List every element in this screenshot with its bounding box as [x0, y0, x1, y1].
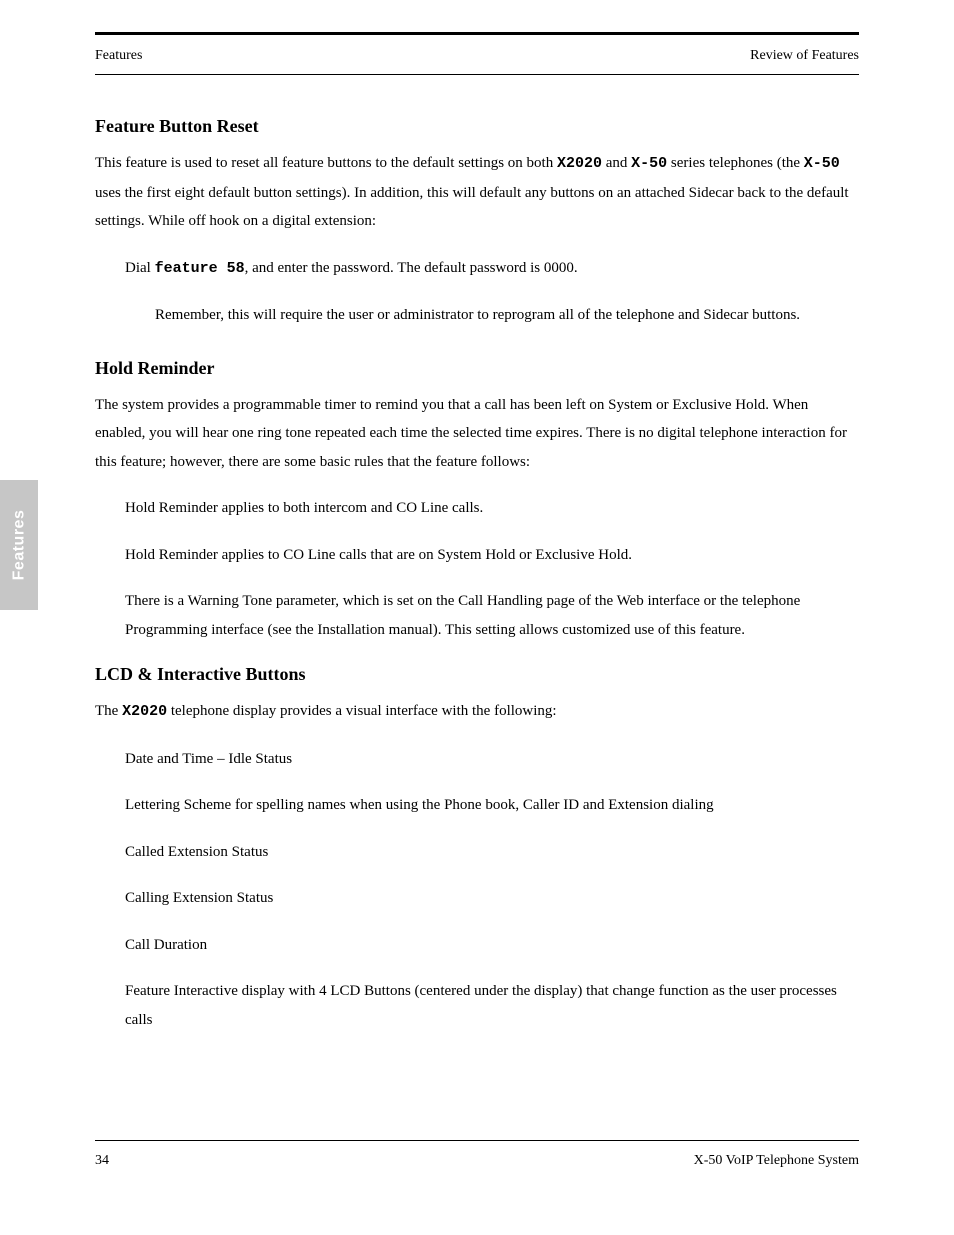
fbr-paragraph-1: This feature is used to reset all featur…	[95, 149, 859, 236]
text: Dial	[125, 260, 155, 276]
model-code: X-50	[804, 155, 840, 172]
feature-code: feature 58	[155, 260, 245, 277]
heading-hold-reminder: Hold Reminder	[95, 358, 859, 379]
lcd-bullet-4: Calling Extension Status	[95, 884, 859, 913]
side-tab-label: Features	[10, 510, 28, 581]
model-code: X-50	[631, 155, 667, 172]
hr-paragraph-1: The system provides a programmable timer…	[95, 391, 859, 477]
footer-page-number: 34	[95, 1153, 109, 1169]
footer-rule	[95, 1140, 859, 1141]
fbr-caution: Remember, this will require the user or …	[95, 301, 859, 330]
lcd-bullet-6: Feature Interactive display with 4 LCD B…	[95, 977, 859, 1034]
header-right: Review of Features	[750, 48, 859, 64]
text: , and enter the password. The default pa…	[245, 260, 578, 276]
side-tab: Features	[0, 480, 38, 610]
model-code: X2020	[122, 703, 167, 720]
text: telephone display provides a visual inte…	[167, 703, 556, 719]
fbr-step: Dial feature 58, and enter the password.…	[95, 254, 859, 284]
hr-bullet-2: Hold Reminder applies to CO Line calls t…	[95, 541, 859, 570]
header-left: Features	[95, 48, 142, 64]
hr-bullet-1: Hold Reminder applies to both intercom a…	[95, 494, 859, 523]
lcd-bullet-2: Lettering Scheme for spelling names when…	[95, 791, 859, 820]
lcd-bullet-5: Call Duration	[95, 931, 859, 960]
heading-lcd-interactive: LCD & Interactive Buttons	[95, 664, 859, 685]
top-rule-thin	[95, 74, 859, 75]
hr-bullet-3: There is a Warning Tone parameter, which…	[95, 587, 859, 644]
text: This feature is used to reset all featur…	[95, 155, 557, 171]
model-code: X2020	[557, 155, 602, 172]
lcd-paragraph-1: The X2020 telephone display provides a v…	[95, 697, 859, 727]
text: series telephones (the	[667, 155, 804, 171]
lcd-bullet-1: Date and Time – Idle Status	[95, 745, 859, 774]
lcd-bullet-3: Called Extension Status	[95, 838, 859, 867]
footer: 34 X-50 VoIP Telephone System	[95, 1153, 859, 1169]
running-header: Features Review of Features	[95, 48, 859, 64]
page: Features Review of Features Features Fea…	[0, 0, 954, 1235]
text: and	[602, 155, 631, 171]
footer-doc-title: X-50 VoIP Telephone System	[694, 1153, 859, 1169]
text: uses the first eight default button sett…	[95, 185, 849, 230]
content: Feature Button Reset This feature is use…	[95, 100, 859, 1115]
text: The	[95, 703, 122, 719]
top-rule-thick	[95, 32, 859, 35]
heading-feature-button-reset: Feature Button Reset	[95, 116, 859, 137]
